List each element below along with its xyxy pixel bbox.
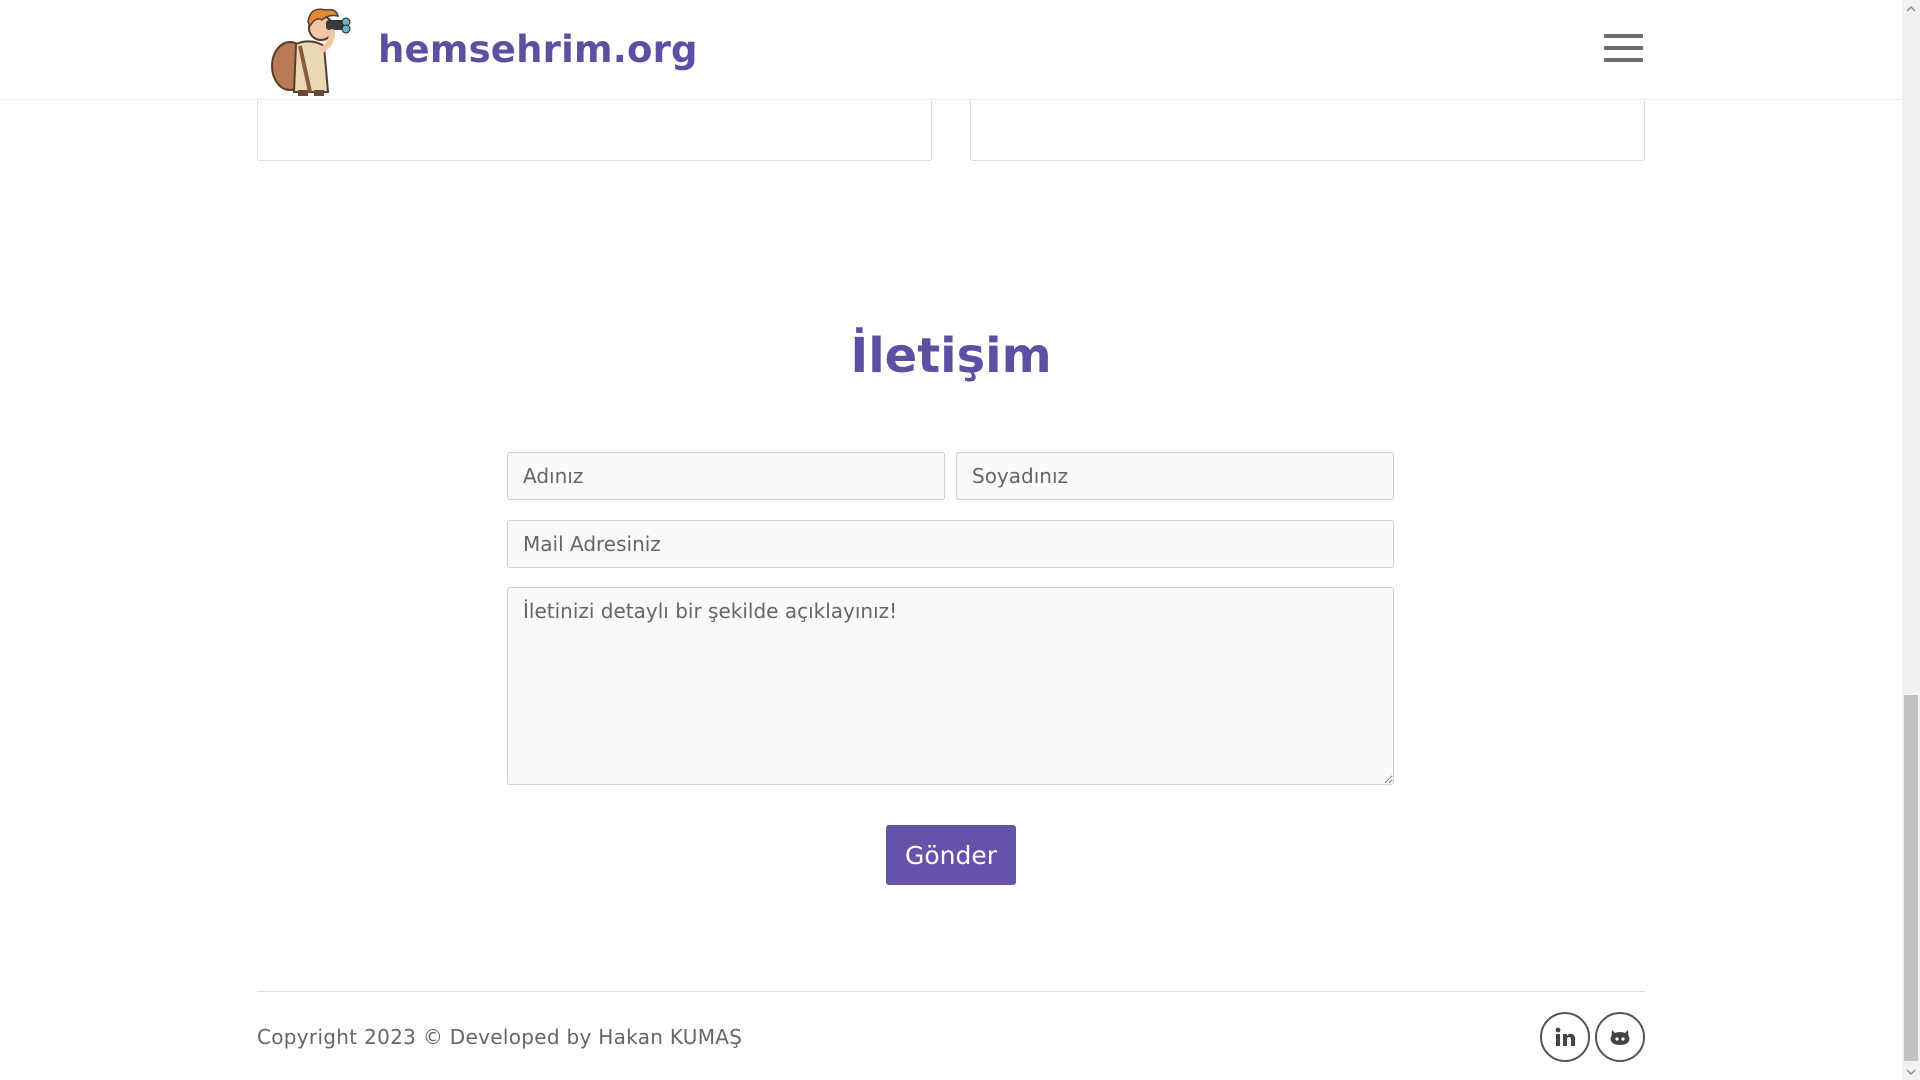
copyright-text: Copyright 2023 © Developed by Hakan KUMA… [257,1025,743,1049]
vertical-scrollbar[interactable] [1902,0,1920,1080]
message-textarea[interactable] [507,587,1394,785]
scrollbar-thumb[interactable] [1904,695,1918,1061]
page: hemsehrim.org İletişim Gönder Copyright … [0,0,1902,1080]
hamburger-menu-icon[interactable] [1604,32,1644,64]
linkedin-icon [1555,1027,1575,1046]
footer-divider [257,991,1645,992]
linkedin-button[interactable] [1540,1012,1590,1062]
scroll-up-arrow-icon[interactable] [1902,0,1920,17]
last-name-input[interactable] [956,452,1394,500]
first-name-input[interactable] [507,452,945,500]
scroll-down-arrow-icon[interactable] [1902,1063,1920,1080]
brand-name[interactable]: hemsehrim.org [378,28,698,71]
site-header: hemsehrim.org [0,0,1902,100]
github-icon [1610,1030,1630,1045]
logo-icon[interactable] [266,4,352,96]
contact-title: İletişim [850,328,1052,384]
send-button[interactable]: Gönder [886,825,1016,885]
email-input[interactable] [507,520,1394,568]
github-button[interactable] [1595,1012,1645,1062]
